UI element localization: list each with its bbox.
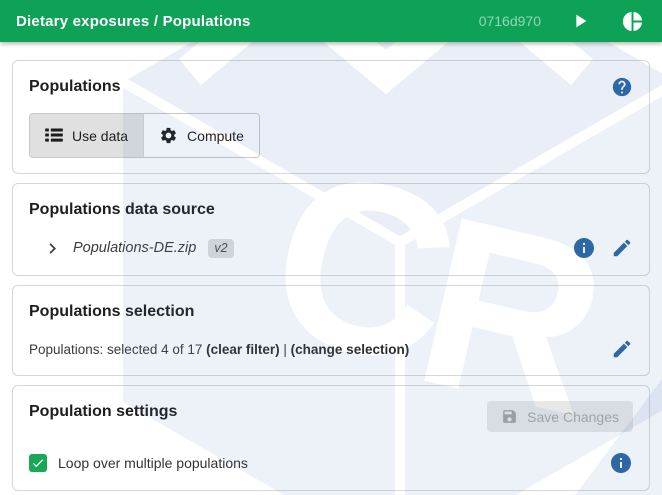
selection-card: Populations selection Populations: selec… [12,285,650,376]
help-button[interactable] [611,76,633,98]
check-icon [31,456,45,470]
results-button[interactable] [619,8,646,35]
gear-icon [159,126,178,145]
run-id-label: 0716d970 [479,13,541,29]
main-content: Populations Use data Compute [0,42,662,491]
data-source-info-button[interactable] [572,236,596,260]
save-changes-button[interactable]: Save Changes [487,401,633,432]
selection-separator: | [280,342,291,357]
tab-compute-label: Compute [187,128,244,144]
edit-icon [611,338,633,360]
run-button[interactable] [567,8,593,34]
source-mode-toggle: Use data Compute [29,113,260,158]
info-icon [572,236,596,260]
populations-card-title: Populations [29,76,121,98]
loop-populations-checkbox[interactable] [29,454,47,472]
clear-filter-link[interactable]: (clear filter) [206,342,280,357]
play-icon [569,10,591,32]
tab-use-data[interactable]: Use data [30,114,143,157]
settings-card-title: Population settings [29,401,177,423]
info-icon [609,451,633,475]
populations-card: Populations Use data Compute [12,60,650,174]
app-header: Dietary exposures / Populations 0716d970 [0,0,662,42]
selection-summary-prefix: Populations: selected 4 of 17 [29,342,206,357]
list-icon [45,128,63,143]
save-changes-label: Save Changes [527,409,619,425]
expand-data-source-button[interactable] [42,238,63,259]
breadcrumb: Dietary exposures / Populations [16,13,251,30]
data-source-card: Populations data source Populations-DE.z… [12,183,650,276]
loop-populations-label: Loop over multiple populations [58,455,248,471]
settings-card: Population settings Save Changes Loop ov… [12,385,650,491]
tab-compute[interactable]: Compute [143,114,259,157]
edit-data-source-button[interactable] [611,237,633,259]
selection-summary: Populations: selected 4 of 17 (clear fil… [29,342,409,357]
edit-icon [611,237,633,259]
chevron-right-icon [42,238,63,259]
settings-info-button[interactable] [609,451,633,475]
help-icon [611,76,633,98]
data-source-card-title: Populations data source [29,199,633,221]
save-icon [501,408,518,425]
version-badge: v2 [208,239,233,258]
tab-use-data-label: Use data [72,128,128,144]
edit-selection-button[interactable] [611,338,633,360]
selection-card-title: Populations selection [29,301,633,323]
change-selection-link[interactable]: (change selection) [291,342,410,357]
data-source-file-name: Populations-DE.zip [73,240,196,256]
pie-chart-icon [621,10,644,33]
